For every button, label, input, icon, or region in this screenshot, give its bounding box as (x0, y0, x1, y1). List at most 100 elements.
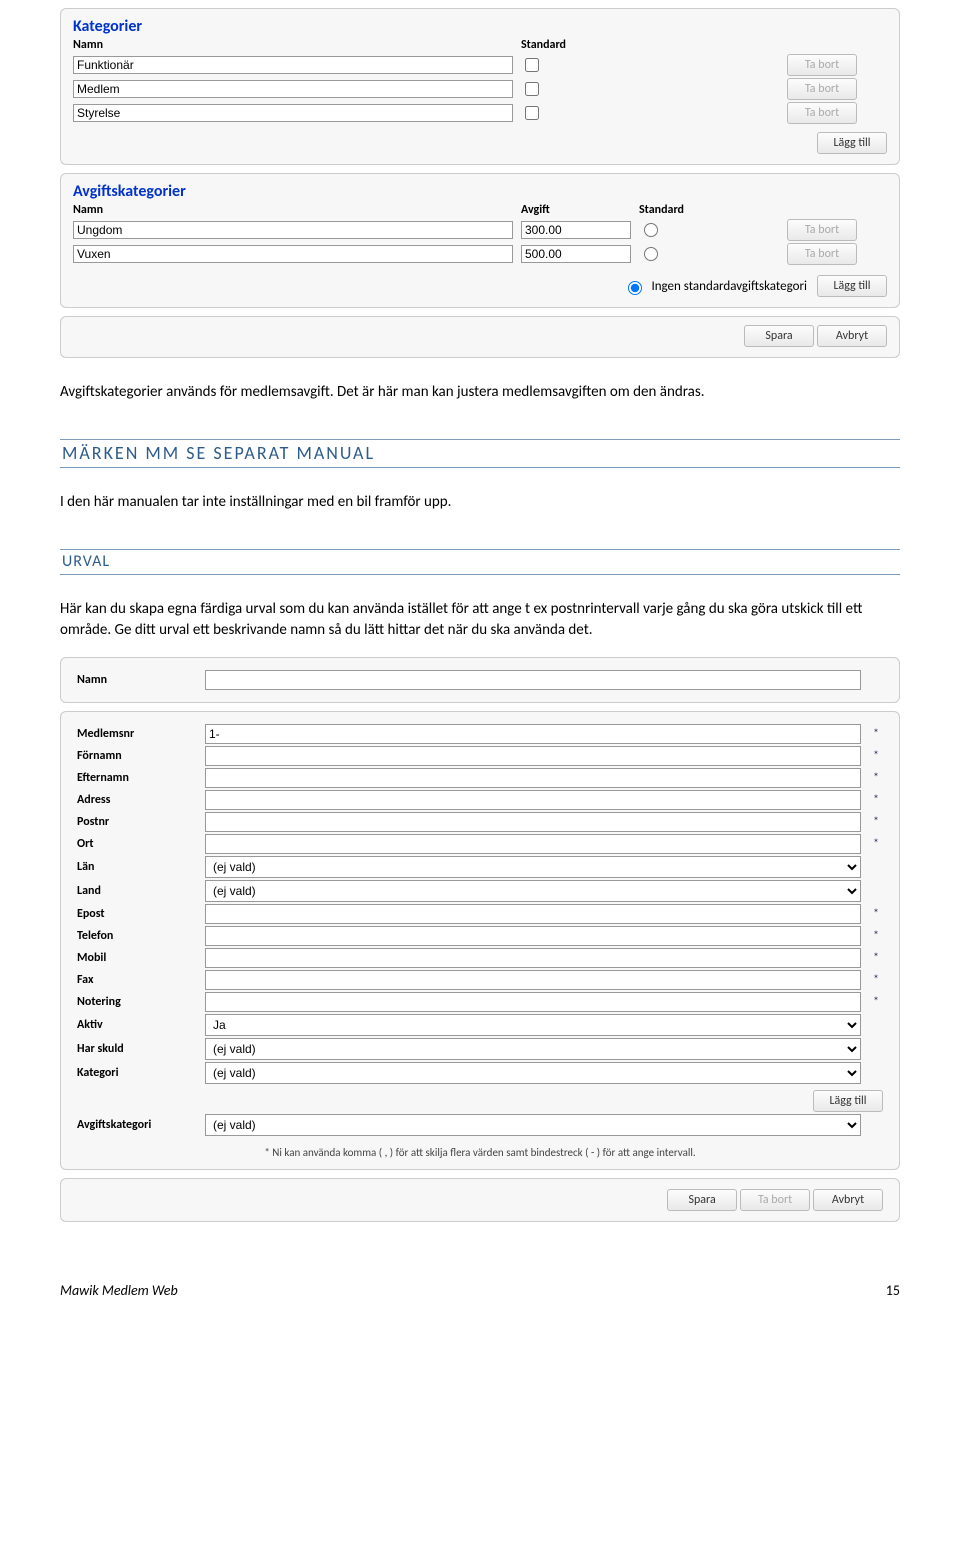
urval-field-row: Aktiv Ja (77, 1014, 883, 1036)
urval-field-label: Notering (77, 995, 197, 1009)
urval-län-select[interactable]: (ej vald) (205, 856, 861, 878)
required-star: * (869, 815, 883, 829)
kategorier-standard-checkbox[interactable] (525, 58, 539, 72)
urval-medlemsnr-input[interactable] (205, 724, 861, 744)
urval-ort-input[interactable] (205, 834, 861, 854)
urval-save-button[interactable]: Spara (667, 1189, 737, 1211)
required-star: * (869, 929, 883, 943)
urval-field-row: Postnr * (77, 812, 883, 832)
avgkat-header-std: Standard (639, 203, 719, 217)
heading-marken: MÄRKEN MM SE SEPARAT MANUAL (60, 439, 900, 468)
urval-förnamn-input[interactable] (205, 746, 861, 766)
urval-field-row: Har skuld (ej vald) (77, 1038, 883, 1060)
urval-field-label: Mobil (77, 951, 197, 965)
urval-efternamn-input[interactable] (205, 768, 861, 788)
cancel-button[interactable]: Avbryt (817, 325, 887, 347)
urval-namn-input[interactable] (205, 670, 861, 690)
urval-field-label: Postnr (77, 815, 197, 829)
urval-name-panel: Namn (60, 657, 900, 703)
avgkat-row: Ta bort (73, 243, 887, 265)
footer-left: Mawik Medlem Web (60, 1282, 178, 1299)
urval-avgkat-select[interactable]: (ej vald) (205, 1114, 861, 1136)
urval-field-label: Kategori (77, 1066, 197, 1080)
avgkat-delete-button[interactable]: Ta bort (787, 219, 857, 241)
kategorier-row: Ta bort (73, 54, 887, 76)
required-star: * (869, 907, 883, 921)
paragraph-3: Här kan du skapa egna färdiga urval som … (60, 599, 900, 641)
urval-field-label: Har skuld (77, 1042, 197, 1056)
urval-field-label: Efternamn (77, 771, 197, 785)
avgkat-name-input[interactable] (73, 245, 513, 263)
avgkat-header-avgift: Avgift (521, 203, 631, 217)
kategorier-name-input[interactable] (73, 80, 513, 98)
urval-fax-input[interactable] (205, 970, 861, 990)
required-star: * (869, 837, 883, 851)
urval-actions-panel: Spara Ta bort Avbryt (60, 1178, 900, 1222)
kategorier-title: Kategorier (73, 17, 887, 36)
urval-field-row: Land (ej vald) (77, 880, 883, 902)
avgkat-fee-input[interactable] (521, 245, 631, 263)
footer-right: 15 (886, 1282, 900, 1299)
urval-field-row: Län (ej vald) (77, 856, 883, 878)
paragraph-1: Avgiftskategorier används för medlemsavg… (60, 382, 900, 403)
kategorier-delete-button[interactable]: Ta bort (787, 54, 857, 76)
urval-field-label: Ort (77, 837, 197, 851)
urval-field-label: Land (77, 884, 197, 898)
urval-kategori-add-button[interactable]: Lägg till (813, 1090, 883, 1112)
urval-land-select[interactable]: (ej vald) (205, 880, 861, 902)
avgkat-delete-button[interactable]: Ta bort (787, 243, 857, 265)
urval-epost-input[interactable] (205, 904, 861, 924)
kategorier-name-input[interactable] (73, 56, 513, 74)
kategorier-panel: Kategorier Namn Standard Ta bortTa bortT… (60, 8, 900, 165)
avgkat-fee-input[interactable] (521, 221, 631, 239)
urval-field-row: Notering * (77, 992, 883, 1012)
urval-aktiv-select[interactable]: Ja (205, 1014, 861, 1036)
required-star: * (869, 771, 883, 785)
save-button[interactable]: Spara (744, 325, 814, 347)
required-star: * (869, 749, 883, 763)
urval-delete-button[interactable]: Ta bort (740, 1189, 810, 1211)
urval-cancel-button[interactable]: Avbryt (813, 1189, 883, 1211)
urval-hint: * Ni kan använda komma ( , ) för att ski… (77, 1146, 883, 1159)
kategorier-row: Ta bort (73, 102, 887, 124)
kategorier-header-namn: Namn (73, 38, 513, 52)
urval-postnr-input[interactable] (205, 812, 861, 832)
urval-field-row: Epost* (77, 904, 883, 924)
urval-har skuld-select[interactable]: (ej vald) (205, 1038, 861, 1060)
urval-field-row: Ort * (77, 834, 883, 854)
urval-field-row: Efternamn * (77, 768, 883, 788)
avgkat-row: Ta bort (73, 219, 887, 241)
paragraph-2: I den här manualen tar inte inställninga… (60, 492, 900, 513)
urval-field-label: Medlemsnr (77, 727, 197, 741)
avgkat-name-input[interactable] (73, 221, 513, 239)
urval-notering-input[interactable] (205, 992, 861, 1012)
urval-fields-panel: Medlemsnr*Förnamn*Efternamn*Adress*Postn… (60, 711, 900, 1170)
urval-kategori-select[interactable]: (ej vald) (205, 1062, 861, 1084)
no-default-fee-label: Ingen standardavgiftskategori (651, 279, 807, 294)
urval-mobil-input[interactable] (205, 948, 861, 968)
kategorier-add-button[interactable]: Lägg till (817, 132, 887, 154)
kategorier-delete-button[interactable]: Ta bort (787, 102, 857, 124)
urval-namn-label: Namn (77, 673, 197, 687)
urval-field-label: Aktiv (77, 1018, 197, 1032)
urval-adress-input[interactable] (205, 790, 861, 810)
urval-field-row: Adress* (77, 790, 883, 810)
urval-field-row: Telefon * (77, 926, 883, 946)
urval-avgkat-label: Avgiftskategori (77, 1118, 197, 1132)
kategorier-header-std: Standard (521, 38, 601, 52)
avgkat-header-namn: Namn (73, 203, 513, 217)
kategorier-standard-checkbox[interactable] (525, 82, 539, 96)
required-star: * (869, 973, 883, 987)
kategorier-delete-button[interactable]: Ta bort (787, 78, 857, 100)
kategorier-standard-checkbox[interactable] (525, 106, 539, 120)
kategorier-name-input[interactable] (73, 104, 513, 122)
no-default-fee-radio[interactable] (628, 281, 642, 295)
avgkat-standard-radio[interactable] (644, 223, 658, 237)
kategorier-row: Ta bort (73, 78, 887, 100)
avgkat-standard-radio[interactable] (644, 247, 658, 261)
urval-field-label: Telefon (77, 929, 197, 943)
required-star: * (869, 995, 883, 1009)
urval-telefon-input[interactable] (205, 926, 861, 946)
avgkat-add-button[interactable]: Lägg till (817, 275, 887, 297)
urval-field-label: Län (77, 860, 197, 874)
